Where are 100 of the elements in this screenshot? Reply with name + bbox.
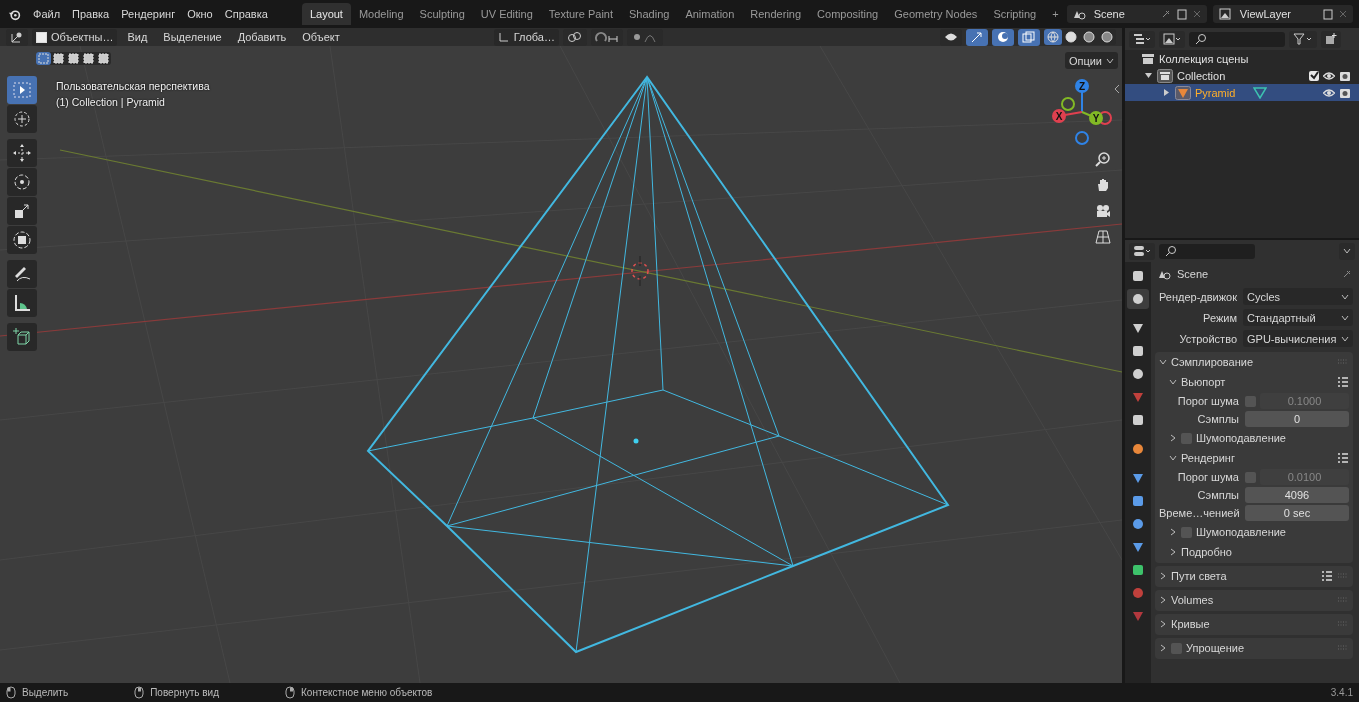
- menu-item[interactable]: Правка: [66, 6, 116, 22]
- workspace-tab[interactable]: Scripting: [985, 3, 1045, 25]
- xray-toggle[interactable]: [1018, 28, 1040, 46]
- tool-button[interactable]: [7, 168, 37, 196]
- workspace-tab[interactable]: UV Editing: [472, 3, 541, 25]
- shading-mode-button[interactable]: [1080, 29, 1098, 45]
- axis-handle[interactable]: X: [1052, 109, 1083, 123]
- editor-type-button[interactable]: [6, 28, 28, 46]
- properties-tab[interactable]: [1127, 289, 1149, 309]
- menu-item[interactable]: Рендеринг: [115, 6, 182, 22]
- camera-icon[interactable]: [1339, 69, 1351, 82]
- select-mode-button[interactable]: [66, 52, 81, 65]
- dropdown-field[interactable]: Стандартный: [1243, 309, 1353, 326]
- outliner-row[interactable]: Collection: [1125, 67, 1359, 84]
- options-dropdown[interactable]: [1339, 242, 1355, 260]
- number-field[interactable]: 0: [1245, 411, 1349, 427]
- tab-icon: [1131, 442, 1145, 456]
- workspace-tab[interactable]: Animation: [677, 3, 743, 25]
- subpanel-header[interactable]: Шумоподавление: [1159, 522, 1349, 542]
- outliner-row[interactable]: Коллекция сцены: [1125, 50, 1359, 67]
- menu-item[interactable]: Выделение: [157, 29, 228, 45]
- exclude-checkbox[interactable]: [1309, 70, 1319, 81]
- workspace-tab[interactable]: Rendering: [742, 3, 810, 25]
- workspace-tab[interactable]: Sculpting: [411, 3, 473, 25]
- menu-item[interactable]: Окно: [181, 6, 219, 22]
- workspace-tab[interactable]: Texture Paint: [540, 3, 621, 25]
- workspace-tab[interactable]: Geometry Nodes: [886, 3, 986, 25]
- status-hint: Контекстное меню объектов: [301, 687, 433, 698]
- camera-icon: [1095, 203, 1111, 219]
- axis-handle[interactable]: Z: [1075, 79, 1089, 113]
- shading-mode-button[interactable]: [1062, 29, 1080, 45]
- menu-item[interactable]: Вид: [121, 29, 154, 45]
- camera-icon[interactable]: [1339, 86, 1351, 99]
- dropdown-field[interactable]: GPU-вычисления: [1243, 330, 1353, 347]
- proportional-edit-button[interactable]: [626, 28, 663, 46]
- checkbox[interactable]: [1181, 526, 1192, 538]
- menu-item[interactable]: Объект: [296, 29, 346, 45]
- toggle-icon: [1133, 245, 1151, 257]
- tool-button[interactable]: [7, 226, 37, 254]
- copy-icon: [1322, 8, 1334, 20]
- sphere-icon: [1083, 31, 1095, 43]
- eye-icon[interactable]: [1323, 70, 1335, 81]
- number-field[interactable]: 0 sec: [1245, 505, 1349, 521]
- collection-box-icon: [1157, 68, 1173, 83]
- options-dropdown[interactable]: Опции: [1064, 52, 1118, 69]
- new-collection-button[interactable]: [1321, 30, 1341, 48]
- tool-button[interactable]: [7, 197, 37, 225]
- zoom-icon: [1095, 151, 1111, 167]
- subpanel-header[interactable]: Рендеринг: [1159, 448, 1349, 468]
- view-layer-button[interactable]: [1159, 30, 1185, 48]
- overlay-toggle[interactable]: [992, 28, 1014, 46]
- snap-button[interactable]: [590, 28, 623, 46]
- eye-icon[interactable]: [1323, 87, 1335, 98]
- search-field[interactable]: [1189, 31, 1285, 47]
- select-mode-button[interactable]: [51, 52, 66, 65]
- pin-icon[interactable]: [1341, 268, 1353, 280]
- scene-selector[interactable]: Scene: [1066, 5, 1207, 23]
- subpanel-header[interactable]: Подробно: [1159, 542, 1349, 562]
- search-field[interactable]: [1159, 243, 1255, 259]
- tool-button[interactable]: [7, 289, 37, 317]
- display-mode-button[interactable]: [1129, 30, 1155, 48]
- add-workspace-button[interactable]: +: [1044, 3, 1067, 25]
- panel-header[interactable]: Сэмплирование: [1159, 352, 1349, 372]
- checkbox[interactable]: [1171, 642, 1182, 654]
- subpanel-header[interactable]: Вьюпорт: [1159, 372, 1349, 392]
- list-icon: [1337, 376, 1349, 388]
- outliner-row[interactable]: Pyramid: [1125, 84, 1359, 101]
- filter-icon: [1293, 33, 1313, 45]
- view-layer-selector[interactable]: ViewLayer: [1212, 5, 1353, 23]
- visibility-button[interactable]: [940, 28, 962, 46]
- tool-button[interactable]: [7, 139, 37, 167]
- gizmo-toggle[interactable]: [966, 28, 988, 46]
- checkbox[interactable]: [1245, 471, 1256, 483]
- field-label: Порог шума: [1176, 395, 1240, 407]
- orientation-dropdown[interactable]: Глоба…: [493, 28, 559, 46]
- chevron-icon: [1341, 334, 1349, 343]
- subpanel-header[interactable]: Шумоподавление: [1159, 428, 1349, 448]
- tab-icon: [1131, 540, 1145, 554]
- menu-item[interactable]: Файл: [27, 6, 67, 22]
- pivot-button[interactable]: [562, 28, 587, 46]
- checkbox[interactable]: [1181, 432, 1192, 444]
- tool-button[interactable]: [7, 260, 37, 288]
- mode-dropdown[interactable]: Объектны…: [32, 28, 118, 46]
- workspace-tab[interactable]: Modeling: [350, 3, 412, 25]
- field-label: Сэмплы: [1196, 413, 1240, 425]
- workspace-tab[interactable]: Shading: [621, 3, 678, 25]
- shading-mode-button[interactable]: [1098, 29, 1116, 45]
- editor-type-button[interactable]: [1129, 242, 1155, 260]
- checkbox[interactable]: [1245, 395, 1256, 407]
- dropdown-field[interactable]: Cycles: [1243, 288, 1353, 305]
- selection-mode-icon: [98, 53, 109, 64]
- workspace-tab[interactable]: Layout: [301, 3, 351, 25]
- filter-button[interactable]: [1289, 30, 1317, 48]
- menu-item[interactable]: Добавить: [231, 29, 293, 45]
- menu-item[interactable]: Справка: [218, 6, 274, 22]
- number-field[interactable]: 4096: [1245, 487, 1349, 503]
- select-mode-button[interactable]: [81, 52, 96, 65]
- workspace-tab[interactable]: Compositing: [809, 3, 887, 25]
- axes-icon: [10, 31, 24, 43]
- select-mode-button[interactable]: [96, 52, 111, 65]
